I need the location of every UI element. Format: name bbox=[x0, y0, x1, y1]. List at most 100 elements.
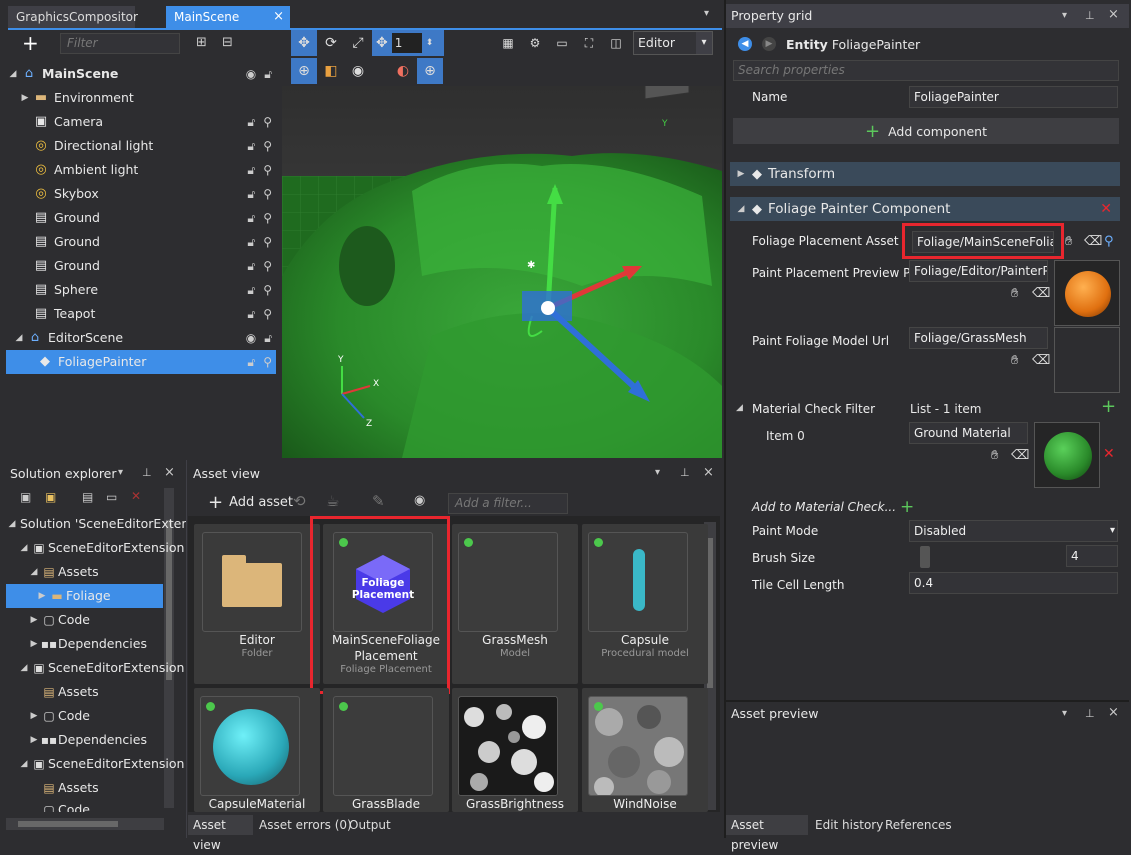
project-item[interactable]: ◢ ▣ SceneEditorExtension bbox=[18, 752, 185, 776]
search-icon[interactable]: ⚲ bbox=[263, 134, 272, 158]
delete-icon[interactable]: ✕ bbox=[131, 489, 141, 503]
lock-icon[interactable]: 🔓︎ bbox=[247, 158, 255, 182]
pin-icon[interactable]: ⊥ bbox=[1085, 9, 1095, 22]
tab-main-scene[interactable]: MainScene × bbox=[166, 6, 290, 28]
tile-cell-field[interactable]: 0.4 bbox=[909, 572, 1118, 594]
project-item[interactable]: ◢ ▣ SceneEditorExtension bbox=[18, 536, 185, 560]
edit-icon[interactable]: ✎ bbox=[372, 492, 385, 510]
lock-icon[interactable]: 🔓︎ bbox=[247, 278, 255, 302]
lock-icon[interactable]: 🔓︎ bbox=[247, 230, 255, 254]
search-icon[interactable]: ⚲ bbox=[263, 278, 272, 302]
tab-output[interactable]: Output bbox=[349, 815, 391, 835]
expand-icon[interactable]: ▶ bbox=[28, 608, 40, 632]
tree-item-foliagepainter[interactable]: ◆ FoliagePainter 🔓︎ ⚲ bbox=[6, 350, 276, 374]
preview-thumbnail[interactable] bbox=[1054, 260, 1120, 326]
tree-item-ground[interactable]: ▤ Ground 🔓︎ ⚲ bbox=[32, 254, 276, 278]
tree-item-editorscene[interactable]: ◢ ⌂ EditorScene ◉ 🔓︎ bbox=[12, 326, 276, 350]
expand-icon[interactable]: ▶ bbox=[36, 584, 48, 608]
clear-icon[interactable]: ⌫ bbox=[1084, 234, 1102, 249]
add-asset-button[interactable]: + Add asset bbox=[208, 492, 293, 513]
tab-edit-history[interactable]: Edit history bbox=[815, 815, 883, 835]
tree-item-environment[interactable]: ▶ ▬ Environment bbox=[18, 86, 288, 110]
collapse-icon[interactable]: ◢ bbox=[730, 204, 752, 214]
lock-icon[interactable]: 🔓︎ bbox=[247, 302, 255, 326]
asset-card-grassbrightness[interactable]: GrassBrightness bbox=[452, 688, 578, 812]
tree-item-camera[interactable]: ▣ Camera 🔓︎ ⚲ bbox=[32, 110, 276, 134]
teapot-icon[interactable]: ☕︎ bbox=[326, 492, 339, 510]
view-options-icon[interactable]: ◉ bbox=[414, 493, 425, 508]
clear-icon[interactable]: ⌫ bbox=[1032, 286, 1050, 301]
expand-icon[interactable]: ▶ bbox=[18, 86, 32, 110]
expand-icon[interactable]: ▶ bbox=[730, 169, 752, 179]
world-space-icon[interactable]: ⊕ bbox=[291, 58, 317, 84]
object-icon[interactable]: ◧ bbox=[318, 58, 344, 84]
add-entity-button[interactable]: + bbox=[22, 31, 39, 55]
expand-icon[interactable]: ◢ bbox=[18, 656, 30, 680]
lock-icon[interactable]: 🔓︎ bbox=[264, 62, 272, 86]
tab-asset-preview[interactable]: Asset preview bbox=[726, 815, 808, 852]
reimport-icon[interactable]: ⟲ bbox=[293, 492, 306, 510]
scene-filter-input[interactable]: Filter bbox=[60, 33, 180, 54]
chevron-down-icon[interactable]: ▾ bbox=[655, 467, 660, 478]
name-field[interactable]: FoliagePainter bbox=[909, 86, 1118, 108]
paint-preview-field[interactable]: Foliage/Editor/PainterPre bbox=[909, 260, 1048, 282]
pin-icon[interactable]: ⊥ bbox=[1085, 707, 1095, 720]
scale-tool-icon[interactable]: ⤢ bbox=[345, 30, 371, 56]
expand-icon[interactable]: ▶ bbox=[28, 632, 40, 656]
properties-icon[interactable]: ▤ bbox=[82, 490, 93, 504]
expand-icon[interactable]: ▶ bbox=[28, 704, 40, 728]
project-item[interactable]: ◢ ▣ SceneEditorExtension bbox=[18, 656, 185, 680]
hand-icon[interactable]: ✋︎ bbox=[1011, 286, 1018, 301]
item0-field[interactable]: Ground Material bbox=[909, 422, 1028, 444]
expand-all-icon[interactable]: ⊞ bbox=[196, 35, 207, 50]
search-icon[interactable]: ⚲ bbox=[1104, 234, 1114, 249]
close-icon[interactable]: × bbox=[1108, 705, 1119, 720]
eye-icon[interactable]: ◉ bbox=[345, 58, 371, 84]
remove-component-icon[interactable]: ✕ bbox=[1100, 201, 1112, 217]
code-item[interactable]: ▶ ▢ Code bbox=[28, 704, 90, 728]
asset-filter-input[interactable]: Add a filter... bbox=[448, 493, 568, 514]
chevron-down-icon[interactable]: ▾ bbox=[1062, 708, 1067, 719]
hand-icon[interactable]: ✋︎ bbox=[991, 448, 998, 463]
solution-toolbar-icon[interactable]: ▣ bbox=[20, 490, 31, 504]
search-icon[interactable]: ⚲ bbox=[263, 158, 272, 182]
tree-item-ground[interactable]: ▤ Ground 🔓︎ ⚲ bbox=[32, 230, 276, 254]
chevron-down-icon[interactable]: ▾ bbox=[118, 467, 123, 478]
hand-icon[interactable]: ✋︎ bbox=[1011, 353, 1018, 368]
expand-icon[interactable]: ◢ bbox=[6, 62, 20, 86]
assets-item[interactable]: ◢ ▤ Assets bbox=[28, 560, 99, 584]
camera-mode-select[interactable]: Editor ▾ bbox=[633, 31, 713, 55]
tree-item-teapot[interactable]: ▤ Teapot 🔓︎ ⚲ bbox=[32, 302, 276, 326]
lock-icon[interactable]: 🔓︎ bbox=[247, 182, 255, 206]
snap-translate-button[interactable]: ✥ 1 ⬍ bbox=[372, 30, 444, 56]
asset-card-grassmesh[interactable]: GrassMesh Model bbox=[452, 524, 578, 684]
chevron-down-icon[interactable]: ▾ bbox=[1110, 521, 1115, 541]
search-icon[interactable]: ⚲ bbox=[263, 254, 272, 278]
expand-icon[interactable]: ◢ bbox=[6, 512, 18, 536]
camera-view-icon[interactable]: ▭ bbox=[549, 30, 575, 56]
add-to-filter-button[interactable]: Add to Material Check... + bbox=[752, 497, 914, 517]
forward-icon[interactable]: ▶ bbox=[762, 37, 776, 51]
screenshot-icon[interactable]: ◫ bbox=[603, 30, 629, 56]
collapse-icon[interactable]: ◢ bbox=[736, 403, 743, 413]
visibility-icon[interactable]: ◉ bbox=[246, 326, 256, 350]
dependencies-item[interactable]: ▶ ▪▪ Dependencies bbox=[28, 632, 147, 656]
collapse-all-icon[interactable]: ⊟ bbox=[222, 35, 233, 50]
pin-icon[interactable]: ⊥ bbox=[680, 466, 690, 479]
chevron-down-icon[interactable]: ▾ bbox=[696, 32, 712, 54]
expand-icon[interactable]: ◢ bbox=[18, 536, 30, 560]
foliage-placement-field[interactable]: Foliage/MainSceneFoliage bbox=[912, 231, 1054, 253]
expand-icon[interactable]: ◢ bbox=[12, 326, 26, 350]
close-icon[interactable]: × bbox=[164, 465, 175, 480]
visibility-icon[interactable]: ◉ bbox=[246, 62, 256, 86]
add-item-icon[interactable]: + bbox=[1101, 396, 1116, 417]
search-icon[interactable]: ⚲ bbox=[263, 350, 272, 374]
translate-tool-icon[interactable]: ✥ bbox=[291, 30, 317, 56]
code-item[interactable]: ▶ ▢ Code bbox=[28, 608, 90, 632]
frame-icon[interactable]: ⛶ bbox=[576, 30, 602, 56]
assets-item[interactable]: ▤ Assets bbox=[40, 680, 98, 704]
asset-card-windnoise[interactable]: WindNoise bbox=[582, 688, 708, 812]
expand-icon[interactable]: ▶ bbox=[28, 728, 40, 752]
tab-graphics-compositor[interactable]: GraphicsCompositor bbox=[8, 6, 138, 28]
pin-icon[interactable]: ⊥ bbox=[142, 466, 152, 479]
